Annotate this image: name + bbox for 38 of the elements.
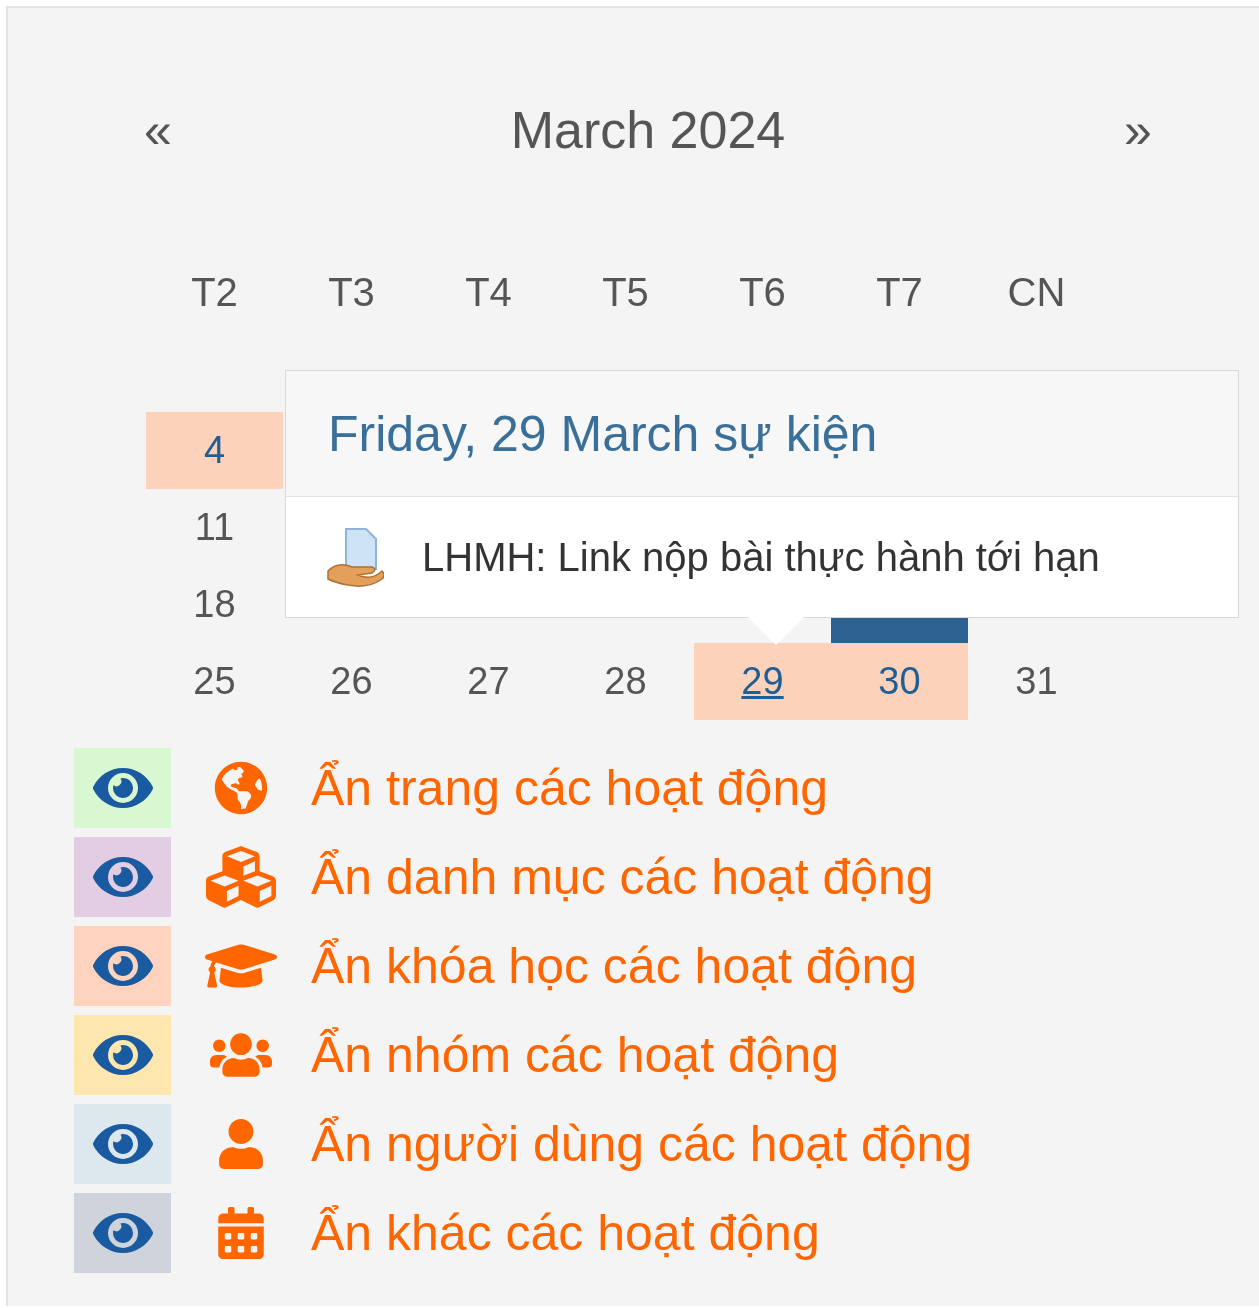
day-number: 28 <box>604 660 647 703</box>
day-number: 11 <box>194 506 235 549</box>
weekday-header: T2 <box>190 270 239 316</box>
previous-month-link[interactable]: « <box>88 101 228 159</box>
day-number: 26 <box>330 660 373 703</box>
weekday-header: CN <box>1006 270 1067 316</box>
legend-link[interactable]: Ẩn khóa học các hoạt động <box>311 937 917 995</box>
visibility-toggle[interactable] <box>74 926 171 1006</box>
globe-icon <box>214 761 268 815</box>
day-link[interactable]: 29 <box>741 660 784 703</box>
hand-document-icon <box>326 527 384 587</box>
legend-link[interactable]: Ẩn người dùng các hoạt động <box>311 1115 973 1173</box>
day-number: 31 <box>1015 660 1058 703</box>
day-link[interactable]: 4 <box>203 429 226 472</box>
event-name: LHMH: Link nộp bài thực hành tới hạn <box>422 534 1100 580</box>
legend-link[interactable]: Ẩn khác các hoạt động <box>311 1204 820 1262</box>
legend-link[interactable]: Ẩn trang các hoạt động <box>311 759 829 817</box>
visibility-toggle[interactable] <box>74 1193 171 1273</box>
day-number: 18 <box>193 583 236 626</box>
legend-link[interactable]: Ẩn danh mục các hoạt động <box>311 848 934 906</box>
visibility-toggle[interactable] <box>74 1104 171 1184</box>
month-title: March 2024 <box>509 100 787 160</box>
popover-title: Friday, 29 March sự kiện <box>286 371 1238 497</box>
visibility-toggle[interactable] <box>74 748 171 828</box>
weekday-header: T4 <box>464 270 513 316</box>
visibility-toggle[interactable] <box>74 1015 171 1095</box>
weekday-header: T6 <box>738 270 787 316</box>
day-link[interactable]: 30 <box>878 660 921 703</box>
weekday-header: T5 <box>601 270 650 316</box>
user-icon <box>216 1119 266 1169</box>
legend-link[interactable]: Ẩn nhóm các hoạt động <box>311 1026 840 1084</box>
visibility-toggle[interactable] <box>74 837 171 917</box>
next-month-link[interactable]: » <box>1068 101 1208 159</box>
calendar-icon <box>215 1207 267 1259</box>
weekday-header: T3 <box>327 270 376 316</box>
day-number: 25 <box>193 660 236 703</box>
weekday-header: T7 <box>875 270 924 316</box>
day-number: 27 <box>467 660 510 703</box>
